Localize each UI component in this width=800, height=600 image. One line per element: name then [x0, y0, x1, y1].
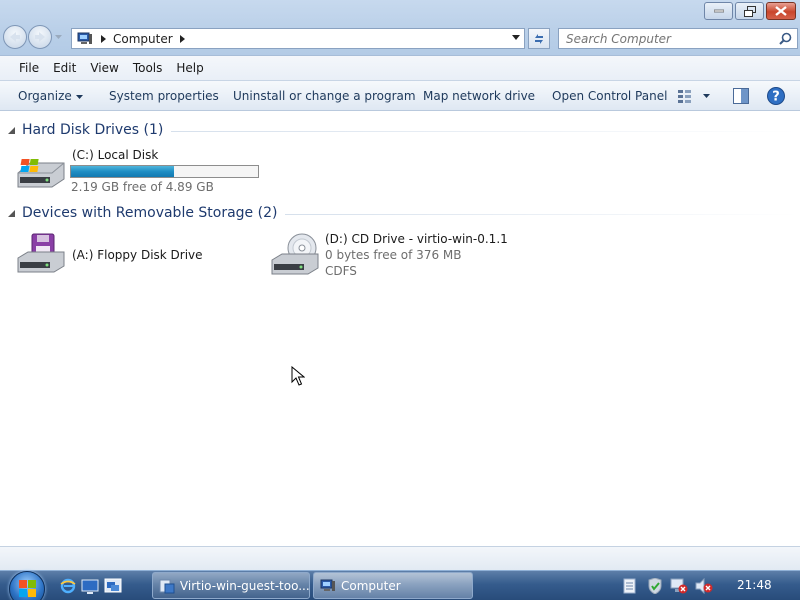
computer-icon — [77, 32, 92, 44]
help-icon[interactable]: ? — [767, 87, 785, 105]
computer-icon — [320, 579, 335, 591]
taskbar-item-label: Virtio-win-guest-too... — [179, 578, 309, 593]
details-pane — [0, 546, 800, 570]
back-arrow-icon — [10, 32, 20, 42]
breadcrumb-arrow-icon — [101, 34, 106, 43]
group-header-removable[interactable]: Devices with Removable Storage (2) — [8, 205, 798, 221]
start-button[interactable] — [9, 571, 45, 600]
minimize-button[interactable] — [704, 2, 733, 20]
drive-a-floppy[interactable]: (A:) Floppy Disk Drive — [16, 232, 256, 278]
collapse-triangle-icon[interactable] — [8, 126, 15, 134]
drive-d-cd[interactable]: (D:) CD Drive - virtio-win-0.1.1 0 bytes… — [270, 230, 530, 280]
taskbar-item-virtio[interactable]: Virtio-win-guest-too... — [152, 572, 310, 599]
back-button[interactable] — [3, 25, 27, 49]
navigation-buttons — [3, 25, 63, 49]
network-icon[interactable] — [670, 578, 688, 594]
restore-button[interactable] — [735, 2, 764, 20]
window-controls — [704, 2, 796, 20]
command-bar: Organize System properties Uninstall or … — [0, 81, 800, 111]
search-box — [558, 28, 798, 49]
cd-drive-icon — [271, 233, 319, 275]
collapse-triangle-icon[interactable] — [8, 209, 15, 217]
search-input[interactable] — [559, 31, 769, 46]
notification-area — [614, 571, 800, 600]
action-center-icon[interactable] — [647, 578, 663, 594]
installer-icon — [159, 579, 175, 593]
windows-logo-icon — [19, 580, 36, 597]
hard-drive-icon — [17, 159, 65, 188]
drive-c-name: (C:) Local Disk — [72, 148, 159, 162]
change-view-button[interactable] — [677, 88, 713, 104]
forward-button[interactable] — [28, 25, 52, 49]
drive-c-usage-bar — [70, 165, 259, 178]
group-title-hard-disks: Hard Disk Drives (1) — [22, 122, 164, 138]
group-title-removable: Devices with Removable Storage (2) — [22, 205, 278, 221]
refresh-button[interactable] — [528, 28, 550, 49]
breadcrumb-computer[interactable]: Computer — [113, 32, 173, 46]
drive-c-usage-fill — [71, 166, 175, 177]
menu-bar: File Edit View Tools Help — [0, 56, 800, 81]
address-dropdown-icon[interactable] — [512, 35, 520, 40]
organize-button[interactable]: Organize — [18, 89, 83, 103]
group-divider — [285, 213, 798, 215]
chevron-down-icon — [75, 94, 83, 99]
refresh-icon — [535, 33, 543, 44]
drive-c-free-space: 2.19 GB free of 4.89 GB — [71, 180, 214, 194]
volume-muted-icon[interactable] — [695, 578, 713, 594]
menu-tools[interactable]: Tools — [133, 61, 163, 75]
document-tray-icon[interactable] — [623, 578, 637, 594]
recent-pages-dropdown[interactable] — [53, 25, 63, 49]
taskbar-item-computer[interactable]: Computer — [313, 572, 473, 599]
drive-d-filesystem: CDFS — [325, 264, 357, 278]
mouse-pointer-icon — [291, 366, 305, 386]
menu-help[interactable]: Help — [176, 61, 203, 75]
chevron-down-icon — [54, 35, 62, 39]
switch-windows-icon[interactable] — [104, 577, 122, 595]
taskbar-item-label: Computer — [341, 578, 401, 593]
map-network-drive-button[interactable]: Map network drive — [423, 89, 535, 103]
svg-text:?: ? — [772, 90, 780, 105]
organize-label: Organize — [18, 89, 72, 103]
system-properties-button[interactable]: System properties — [109, 89, 219, 103]
breadcrumb-arrow-icon[interactable] — [179, 34, 185, 43]
menu-view[interactable]: View — [90, 61, 118, 75]
preview-pane-icon[interactable] — [733, 88, 749, 104]
internet-explorer-icon[interactable] — [59, 577, 77, 595]
show-desktop-icon[interactable] — [81, 577, 99, 595]
floppy-drive-icon — [17, 233, 65, 273]
open-control-panel-button[interactable]: Open Control Panel — [552, 89, 667, 103]
drive-d-name: (D:) CD Drive - virtio-win-0.1.1 — [325, 232, 508, 246]
drive-d-free-space: 0 bytes free of 376 MB — [325, 248, 462, 262]
close-button[interactable] — [766, 2, 796, 20]
uninstall-program-button[interactable]: Uninstall or change a program — [233, 89, 416, 103]
drive-a-name: (A:) Floppy Disk Drive — [72, 248, 203, 262]
address-bar[interactable]: Computer — [71, 28, 525, 49]
forward-arrow-icon — [35, 32, 45, 42]
menu-file[interactable]: File — [19, 61, 39, 75]
taskbar-clock[interactable]: 21:48 — [737, 578, 772, 592]
group-header-hard-disks[interactable]: Hard Disk Drives (1) — [8, 122, 798, 138]
search-icon[interactable] — [779, 32, 792, 45]
menu-edit[interactable]: Edit — [53, 61, 76, 75]
group-divider — [171, 130, 798, 132]
